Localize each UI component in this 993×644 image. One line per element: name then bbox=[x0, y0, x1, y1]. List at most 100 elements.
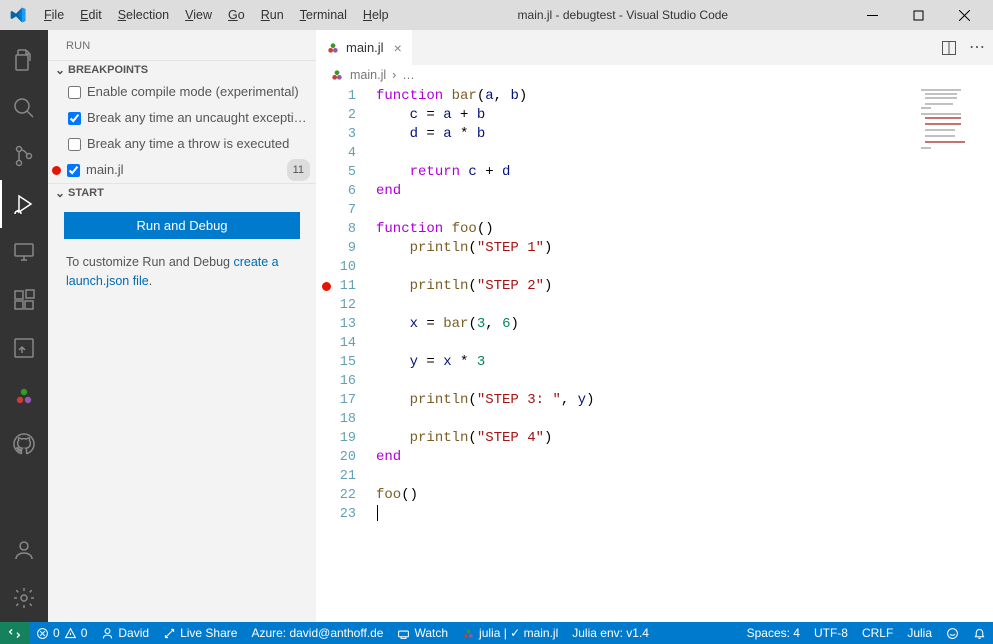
gutter-breakpoint[interactable] bbox=[316, 429, 336, 448]
gutter-breakpoint[interactable] bbox=[316, 182, 336, 201]
gutter-breakpoint[interactable] bbox=[316, 372, 336, 391]
gutter-breakpoint[interactable] bbox=[316, 467, 336, 486]
eol-indicator[interactable]: CRLF bbox=[855, 622, 900, 644]
breakpoints-section-header[interactable]: ⌄ BREAKPOINTS bbox=[48, 60, 316, 79]
breakpoint-option-uncaught[interactable]: Break any time an uncaught excepti… bbox=[48, 105, 316, 131]
code-editor[interactable]: 1function bar(a, b)2 c = a + b3 d = a * … bbox=[316, 85, 993, 622]
code-content[interactable]: println("STEP 4") bbox=[376, 429, 993, 448]
code-line[interactable]: 13 x = bar(3, 6) bbox=[316, 315, 993, 334]
encoding-indicator[interactable]: UTF-8 bbox=[807, 622, 855, 644]
gutter-breakpoint[interactable] bbox=[316, 334, 336, 353]
menu-edit[interactable]: Edit bbox=[72, 4, 110, 26]
code-content[interactable]: y = x * 3 bbox=[376, 353, 993, 372]
code-content[interactable] bbox=[376, 201, 993, 220]
code-content[interactable]: end bbox=[376, 182, 993, 201]
liveshare-user[interactable]: David bbox=[94, 622, 156, 644]
breakpoint-file-entry[interactable]: main.jl 11 bbox=[48, 157, 316, 183]
code-line[interactable]: 2 c = a + b bbox=[316, 106, 993, 125]
gutter-breakpoint[interactable] bbox=[316, 163, 336, 182]
gutter-breakpoint[interactable] bbox=[316, 296, 336, 315]
gutter-breakpoint[interactable] bbox=[316, 144, 336, 163]
menu-go[interactable]: Go bbox=[220, 4, 253, 26]
checkbox[interactable] bbox=[67, 164, 80, 177]
code-line[interactable]: 16 bbox=[316, 372, 993, 391]
split-editor-icon[interactable] bbox=[941, 40, 957, 56]
watch-status[interactable]: Watch bbox=[390, 622, 455, 644]
code-line[interactable]: 1function bar(a, b) bbox=[316, 87, 993, 106]
gutter-breakpoint[interactable] bbox=[316, 258, 336, 277]
maximize-button[interactable] bbox=[895, 0, 941, 30]
code-content[interactable]: return c + d bbox=[376, 163, 993, 182]
code-line[interactable]: 17 println("STEP 3: ", y) bbox=[316, 391, 993, 410]
run-debug-icon[interactable] bbox=[0, 180, 48, 228]
gutter-breakpoint[interactable] bbox=[316, 239, 336, 258]
julia-lsp-status[interactable]: julia | ✓ main.jl bbox=[455, 622, 565, 644]
problems-indicator[interactable]: 0 0 bbox=[29, 622, 94, 644]
gutter-breakpoint[interactable] bbox=[316, 391, 336, 410]
code-content[interactable]: println("STEP 2") bbox=[376, 277, 993, 296]
code-line[interactable]: 21 bbox=[316, 467, 993, 486]
github-icon[interactable] bbox=[0, 420, 48, 468]
gutter-breakpoint[interactable] bbox=[316, 201, 336, 220]
code-content[interactable] bbox=[376, 296, 993, 315]
code-content[interactable] bbox=[376, 144, 993, 163]
gutter-breakpoint[interactable] bbox=[316, 220, 336, 239]
language-mode[interactable]: Julia bbox=[900, 622, 939, 644]
remote-indicator[interactable] bbox=[0, 622, 29, 644]
search-icon[interactable] bbox=[0, 84, 48, 132]
code-line[interactable]: 9 println("STEP 1") bbox=[316, 239, 993, 258]
code-content[interactable]: println("STEP 3: ", y) bbox=[376, 391, 993, 410]
menu-help[interactable]: Help bbox=[355, 4, 397, 26]
breakpoint-option-throw[interactable]: Break any time a throw is executed bbox=[48, 131, 316, 157]
tab-main-jl[interactable]: main.jl × bbox=[316, 30, 413, 65]
code-line[interactable]: 20end bbox=[316, 448, 993, 467]
gutter-breakpoint[interactable] bbox=[316, 87, 336, 106]
julia-env-status[interactable]: Julia env: v1.4 bbox=[565, 622, 656, 644]
code-line[interactable]: 4 bbox=[316, 144, 993, 163]
code-content[interactable]: function foo() bbox=[376, 220, 993, 239]
gutter-breakpoint[interactable] bbox=[316, 505, 336, 524]
code-content[interactable] bbox=[376, 467, 993, 486]
code-line[interactable]: 18 bbox=[316, 410, 993, 429]
code-content[interactable]: foo() bbox=[376, 486, 993, 505]
julia-extension-icon[interactable] bbox=[0, 372, 48, 420]
code-content[interactable]: function bar(a, b) bbox=[376, 87, 993, 106]
menu-view[interactable]: View bbox=[177, 4, 220, 26]
minimap[interactable] bbox=[919, 87, 989, 157]
code-line[interactable]: 10 bbox=[316, 258, 993, 277]
more-actions-icon[interactable]: ⋯ bbox=[969, 44, 985, 52]
liveshare-status[interactable]: Live Share bbox=[156, 622, 244, 644]
code-line[interactable]: 7 bbox=[316, 201, 993, 220]
code-content[interactable] bbox=[376, 258, 993, 277]
remote-explorer-icon[interactable] bbox=[0, 228, 48, 276]
gutter-breakpoint[interactable] bbox=[316, 486, 336, 505]
minimize-button[interactable] bbox=[849, 0, 895, 30]
settings-gear-icon[interactable] bbox=[0, 574, 48, 622]
gutter-breakpoint[interactable] bbox=[316, 277, 336, 296]
code-content[interactable]: println("STEP 1") bbox=[376, 239, 993, 258]
code-line[interactable]: 23 bbox=[316, 505, 993, 524]
menu-selection[interactable]: Selection bbox=[110, 4, 177, 26]
code-content[interactable]: d = a * b bbox=[376, 125, 993, 144]
code-content[interactable] bbox=[376, 334, 993, 353]
accounts-icon[interactable] bbox=[0, 526, 48, 574]
checkbox[interactable] bbox=[68, 112, 81, 125]
menu-file[interactable]: File bbox=[36, 4, 72, 26]
julia-panel-icon[interactable] bbox=[0, 324, 48, 372]
gutter-breakpoint[interactable] bbox=[316, 106, 336, 125]
code-content[interactable] bbox=[376, 410, 993, 429]
gutter-breakpoint[interactable] bbox=[316, 353, 336, 372]
gutter-breakpoint[interactable] bbox=[316, 125, 336, 144]
notifications-icon[interactable] bbox=[966, 622, 993, 644]
code-line[interactable]: 8function foo() bbox=[316, 220, 993, 239]
gutter-breakpoint[interactable] bbox=[316, 315, 336, 334]
explorer-icon[interactable] bbox=[0, 36, 48, 84]
close-icon[interactable]: × bbox=[394, 40, 402, 56]
code-line[interactable]: 11 println("STEP 2") bbox=[316, 277, 993, 296]
menu-run[interactable]: Run bbox=[253, 4, 292, 26]
code-content[interactable] bbox=[376, 372, 993, 391]
source-control-icon[interactable] bbox=[0, 132, 48, 180]
code-content[interactable]: end bbox=[376, 448, 993, 467]
menu-terminal[interactable]: Terminal bbox=[292, 4, 355, 26]
code-line[interactable]: 15 y = x * 3 bbox=[316, 353, 993, 372]
